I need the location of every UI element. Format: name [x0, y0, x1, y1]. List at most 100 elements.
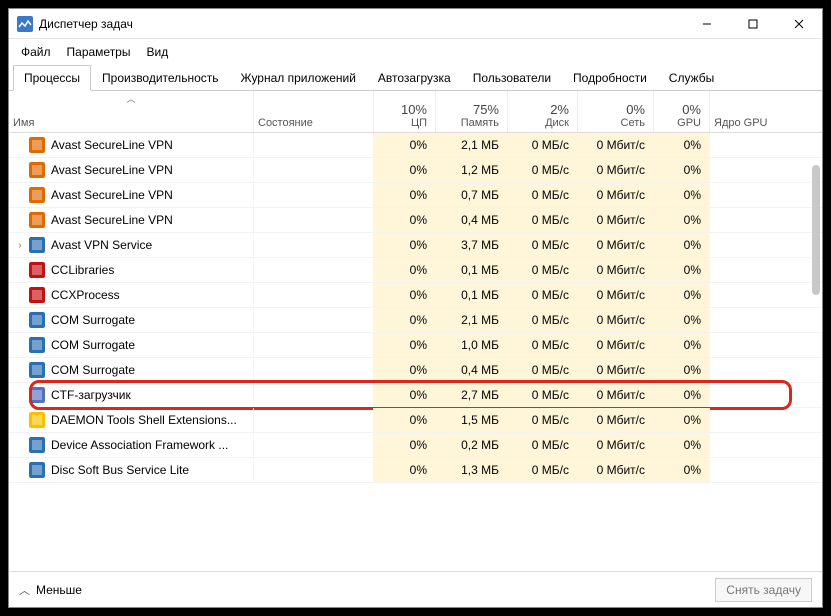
titlebar: Диспетчер задач: [9, 9, 822, 39]
col-gpucore-label: Ядро GPU: [714, 117, 772, 129]
cell-mem: 0,4 МБ: [436, 208, 508, 232]
cell-mem: 0,1 МБ: [436, 258, 508, 282]
col-gpu-core[interactable]: Ядро GPU: [710, 91, 780, 132]
table-row[interactable]: Avast SecureLine VPN0%0,7 МБ0 МБ/с0 Мбит…: [9, 183, 822, 208]
expand-icon[interactable]: ›: [13, 240, 27, 251]
table-row[interactable]: Avast SecureLine VPN0%1,2 МБ0 МБ/с0 Мбит…: [9, 158, 822, 183]
square-orange-icon: [29, 212, 45, 228]
table-row[interactable]: COM Surrogate0%2,1 МБ0 МБ/с0 Мбит/с0%: [9, 308, 822, 333]
app-blue-icon: [29, 237, 45, 253]
menu-view[interactable]: Вид: [138, 41, 176, 63]
col-memory[interactable]: 75% Память: [436, 91, 508, 132]
cell-status: [254, 333, 374, 357]
process-name: CCLibraries: [51, 263, 114, 277]
cell-cpu: 0%: [374, 433, 436, 457]
cell-gpu: 0%: [654, 233, 710, 257]
table-row[interactable]: Avast SecureLine VPN0%0,4 МБ0 МБ/с0 Мбит…: [9, 208, 822, 233]
tab-processes[interactable]: Процессы: [13, 65, 91, 91]
cell-mem: 2,7 МБ: [436, 383, 508, 407]
menu-file[interactable]: Файл: [13, 41, 59, 63]
cell-mem: 3,7 МБ: [436, 233, 508, 257]
maximize-button[interactable]: [730, 9, 776, 39]
col-name[interactable]: ︿ Имя: [9, 91, 254, 132]
cell-gpu: 0%: [654, 433, 710, 457]
tab-performance[interactable]: Производительность: [91, 65, 229, 91]
end-task-button[interactable]: Снять задачу: [715, 578, 812, 602]
menu-options[interactable]: Параметры: [59, 41, 139, 63]
table-row[interactable]: CCLibraries0%0,1 МБ0 МБ/с0 Мбит/с0%: [9, 258, 822, 283]
process-name: Avast SecureLine VPN: [51, 213, 173, 227]
table-row[interactable]: COM Surrogate0%1,0 МБ0 МБ/с0 Мбит/с0%: [9, 333, 822, 358]
fewer-details-link[interactable]: Меньше: [36, 583, 82, 597]
col-status[interactable]: Состояние: [254, 91, 374, 132]
cell-name: DAEMON Tools Shell Extensions...: [9, 408, 254, 432]
vertical-scrollbar[interactable]: [812, 165, 820, 295]
cell-status: [254, 458, 374, 482]
table-row[interactable]: ›Avast VPN Service0%3,7 МБ0 МБ/с0 Мбит/с…: [9, 233, 822, 258]
app-blue-icon: [29, 337, 45, 353]
table-row[interactable]: COM Surrogate0%0,4 МБ0 МБ/с0 Мбит/с0%: [9, 358, 822, 383]
cell-status: [254, 133, 374, 157]
cell-gpu-core: [710, 258, 780, 282]
cell-mem: 0,7 МБ: [436, 183, 508, 207]
cell-name: COM Surrogate: [9, 333, 254, 357]
cell-net: 0 Мбит/с: [578, 158, 654, 182]
cell-mem: 0,1 МБ: [436, 283, 508, 307]
cell-mem: 1,5 МБ: [436, 408, 508, 432]
col-disk-pct: 2%: [512, 102, 569, 117]
cell-gpu-core: [710, 183, 780, 207]
cell-cpu: 0%: [374, 308, 436, 332]
app-blue-icon: [29, 362, 45, 378]
col-mem-label: Память: [440, 117, 499, 129]
col-network[interactable]: 0% Сеть: [578, 91, 654, 132]
minimize-button[interactable]: [684, 9, 730, 39]
cell-name: CCLibraries: [9, 258, 254, 282]
cell-status: [254, 383, 374, 407]
close-button[interactable]: [776, 9, 822, 39]
cell-status: [254, 283, 374, 307]
cell-disk: 0 МБ/с: [508, 458, 578, 482]
cell-cpu: 0%: [374, 158, 436, 182]
col-disk[interactable]: 2% Диск: [508, 91, 578, 132]
cell-gpu: 0%: [654, 308, 710, 332]
cell-cpu: 0%: [374, 183, 436, 207]
cell-gpu: 0%: [654, 283, 710, 307]
cell-name: Avast SecureLine VPN: [9, 208, 254, 232]
tab-app-history[interactable]: Журнал приложений: [230, 65, 367, 91]
table-body[interactable]: Avast SecureLine VPN0%2,1 МБ0 МБ/с0 Мбит…: [9, 133, 822, 563]
window-title: Диспетчер задач: [39, 17, 684, 31]
cell-name: Avast SecureLine VPN: [9, 158, 254, 182]
cell-gpu-core: [710, 158, 780, 182]
cell-net: 0 Мбит/с: [578, 183, 654, 207]
tab-users[interactable]: Пользователи: [462, 65, 562, 91]
col-gpu[interactable]: 0% GPU: [654, 91, 710, 132]
cell-name: CCXProcess: [9, 283, 254, 307]
table-row[interactable]: CTF-загрузчик0%2,7 МБ0 МБ/с0 Мбит/с0%: [9, 383, 822, 408]
cell-status: [254, 308, 374, 332]
tab-startup[interactable]: Автозагрузка: [367, 65, 462, 91]
cell-gpu-core: [710, 308, 780, 332]
table-row[interactable]: Disc Soft Bus Service Lite0%1,3 МБ0 МБ/с…: [9, 458, 822, 483]
tab-details[interactable]: Подробности: [562, 65, 658, 91]
col-net-pct: 0%: [582, 102, 645, 117]
process-name: Avast SecureLine VPN: [51, 163, 173, 177]
cell-cpu: 0%: [374, 458, 436, 482]
table-row[interactable]: CCXProcess0%0,1 МБ0 МБ/с0 Мбит/с0%: [9, 283, 822, 308]
cell-status: [254, 158, 374, 182]
table-row[interactable]: DAEMON Tools Shell Extensions...0%1,5 МБ…: [9, 408, 822, 433]
cell-net: 0 Мбит/с: [578, 433, 654, 457]
tab-services[interactable]: Службы: [658, 65, 725, 91]
shield-orange-icon: [29, 137, 45, 153]
cell-cpu: 0%: [374, 258, 436, 282]
cell-disk: 0 МБ/с: [508, 358, 578, 382]
col-cpu-label: ЦП: [378, 117, 427, 129]
cell-status: [254, 258, 374, 282]
app-blue-icon: [29, 437, 45, 453]
cell-name: CTF-загрузчик: [9, 383, 254, 407]
app-blue-icon: [29, 462, 45, 478]
cell-gpu: 0%: [654, 158, 710, 182]
chevron-up-icon[interactable]: ︿: [19, 582, 30, 598]
table-row[interactable]: Device Association Framework ...0%0,2 МБ…: [9, 433, 822, 458]
table-row[interactable]: Avast SecureLine VPN0%2,1 МБ0 МБ/с0 Мбит…: [9, 133, 822, 158]
col-cpu[interactable]: 10% ЦП: [374, 91, 436, 132]
